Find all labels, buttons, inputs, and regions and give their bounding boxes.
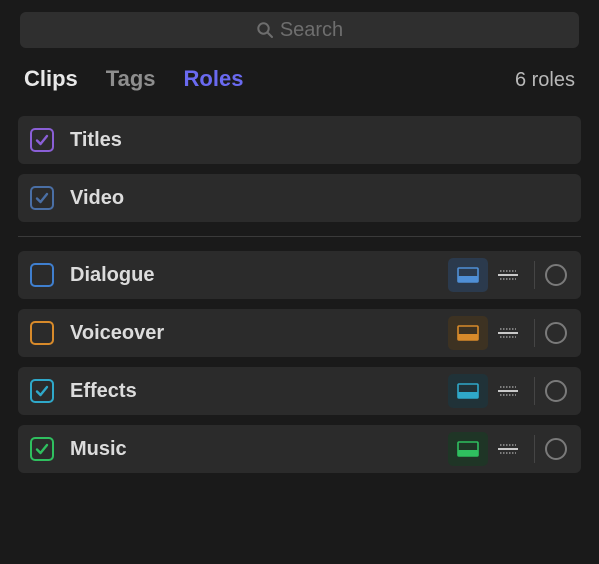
roles-list: Titles Video Dialogue bbox=[14, 116, 585, 473]
focus-button[interactable] bbox=[488, 432, 528, 466]
focus-button[interactable] bbox=[488, 374, 528, 408]
tab-clips[interactable]: Clips bbox=[24, 66, 78, 92]
checkbox-titles[interactable] bbox=[30, 128, 54, 152]
control-divider bbox=[534, 319, 535, 347]
role-controls bbox=[448, 374, 569, 408]
control-divider bbox=[534, 261, 535, 289]
solo-radio[interactable] bbox=[545, 264, 567, 286]
lane-toggle-button[interactable] bbox=[448, 374, 488, 408]
roles-count: 6 roles bbox=[515, 69, 575, 92]
role-controls bbox=[448, 258, 569, 292]
role-row-voiceover[interactable]: Voiceover bbox=[18, 309, 581, 357]
role-row-dialogue[interactable]: Dialogue bbox=[18, 251, 581, 299]
lane-toggle-button[interactable] bbox=[448, 316, 488, 350]
checkbox-effects[interactable] bbox=[30, 379, 54, 403]
search-icon bbox=[256, 21, 274, 39]
role-label: Voiceover bbox=[70, 322, 448, 345]
tab-tags[interactable]: Tags bbox=[106, 66, 156, 92]
role-label: Titles bbox=[70, 129, 569, 152]
role-row-music[interactable]: Music bbox=[18, 425, 581, 473]
role-label: Dialogue bbox=[70, 264, 448, 287]
control-divider bbox=[534, 377, 535, 405]
solo-radio[interactable] bbox=[545, 380, 567, 402]
tab-roles[interactable]: Roles bbox=[184, 66, 244, 92]
lane-toggle-button[interactable] bbox=[448, 432, 488, 466]
role-label: Video bbox=[70, 187, 569, 210]
control-divider bbox=[534, 435, 535, 463]
role-label: Effects bbox=[70, 380, 448, 403]
checkbox-voiceover[interactable] bbox=[30, 321, 54, 345]
checkbox-music[interactable] bbox=[30, 437, 54, 461]
focus-button[interactable] bbox=[488, 258, 528, 292]
tabs-row: Clips Tags Roles 6 roles bbox=[14, 66, 585, 116]
role-row-titles[interactable]: Titles bbox=[18, 116, 581, 164]
focus-button[interactable] bbox=[488, 316, 528, 350]
role-row-effects[interactable]: Effects bbox=[18, 367, 581, 415]
solo-radio[interactable] bbox=[545, 438, 567, 460]
search-placeholder: Search bbox=[280, 19, 343, 42]
checkbox-video[interactable] bbox=[30, 186, 54, 210]
section-divider bbox=[18, 236, 581, 237]
role-controls bbox=[448, 432, 569, 466]
solo-radio[interactable] bbox=[545, 322, 567, 344]
role-controls bbox=[448, 316, 569, 350]
search-input[interactable]: Search bbox=[20, 12, 579, 48]
checkbox-dialogue[interactable] bbox=[30, 263, 54, 287]
lane-toggle-button[interactable] bbox=[448, 258, 488, 292]
role-label: Music bbox=[70, 438, 448, 461]
role-row-video[interactable]: Video bbox=[18, 174, 581, 222]
